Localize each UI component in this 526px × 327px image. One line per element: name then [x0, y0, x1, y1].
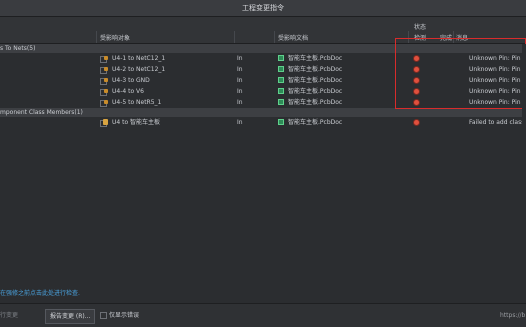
row-object: U4-5 to NetR5_1	[112, 99, 162, 106]
group-label: mponent Class Members(1)	[0, 109, 83, 116]
row-document: 智能车主板.PcbDoc	[288, 66, 343, 73]
col-affected-object[interactable]: 受影响对象	[100, 33, 130, 42]
watermark-text: https://b	[500, 312, 526, 319]
show-errors-label: 仅显示错误	[109, 312, 140, 319]
row-object: U4-3 to GND	[112, 77, 150, 84]
vertical-scrollbar[interactable]	[522, 44, 526, 284]
pcb-doc-icon	[278, 88, 284, 94]
check-hint-link[interactable]: 在强修之前点击此处进行检查.	[0, 288, 80, 297]
row-document: 智能车主板.PcbDoc	[288, 55, 343, 62]
col-divider	[234, 31, 235, 43]
col-divider	[96, 31, 97, 43]
connection-icon	[104, 78, 108, 82]
connection-icon	[104, 56, 108, 60]
component-icon	[103, 119, 108, 125]
connection-icon	[104, 100, 108, 104]
connection-icon	[104, 89, 108, 93]
group-label: s To Nets(5)	[0, 45, 36, 52]
footer-bar: 行变更 报告变更 (R)... 仅显示错误 https://b	[0, 303, 526, 327]
col-status-group: 状态	[414, 24, 427, 31]
annotation-highlight-box	[395, 38, 526, 109]
row-direction: In	[237, 88, 243, 95]
row-document: 智能车主板.PcbDoc	[288, 119, 343, 126]
group-row-component-class[interactable]: mponent Class Members(1)	[0, 108, 526, 117]
row-direction: In	[237, 77, 243, 84]
row-document: 智能车主板.PcbDoc	[288, 88, 343, 95]
error-status-icon	[414, 120, 419, 125]
connection-icon	[104, 67, 108, 71]
col-affected-doc[interactable]: 受影响文档	[278, 33, 308, 42]
col-divider	[274, 31, 275, 43]
row-direction: In	[237, 55, 243, 62]
pcb-doc-icon	[278, 77, 284, 83]
row-direction: In	[237, 99, 243, 106]
report-changes-button[interactable]: 报告变更 (R)...	[45, 309, 96, 324]
row-object: U4-2 to NetC12_1	[112, 66, 166, 73]
row-object: U4 to 智能车主板	[112, 119, 161, 126]
table-row[interactable]: U4 to 智能车主板 In 智能车主板.PcbDoc Failed to ad…	[0, 117, 526, 128]
row-document: 智能车主板.PcbDoc	[288, 77, 343, 84]
row-object: U4-1 to NetC12_1	[112, 55, 166, 62]
row-object: U4-4 to V6	[112, 88, 144, 95]
pcb-doc-icon	[278, 119, 284, 125]
pcb-doc-icon	[278, 55, 284, 61]
pcb-doc-icon	[278, 99, 284, 105]
row-direction: In	[237, 66, 243, 73]
row-direction: In	[237, 119, 243, 126]
show-errors-checkbox[interactable]	[100, 312, 107, 319]
window-title: 工程变更指令	[0, 0, 526, 17]
row-message: Failed to add class me	[469, 119, 526, 126]
row-document: 智能车主板.PcbDoc	[288, 99, 343, 106]
execute-changes-button[interactable]: 行变更	[0, 309, 18, 322]
pcb-doc-icon	[278, 66, 284, 72]
